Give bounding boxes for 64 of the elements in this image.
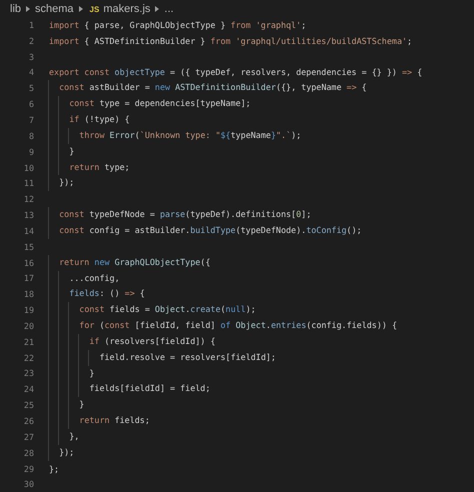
code-line: ...config, xyxy=(49,270,120,286)
line-number: 5 xyxy=(28,83,34,94)
code-line: return type; xyxy=(49,160,130,176)
code-line: } xyxy=(49,397,84,414)
line-number: 24 xyxy=(22,384,34,394)
code-line: }); xyxy=(49,175,74,192)
code-line: } xyxy=(49,366,94,382)
code-line: fields: () => { xyxy=(49,286,145,302)
code-line: export const objectType = ({ typeDef, resolvers, dependencies = {} }) => { xyxy=(49,67,422,78)
line-number: 15 xyxy=(22,242,34,252)
code-line: if (resolvers[fieldId]) { xyxy=(49,334,216,350)
line-number: 29 xyxy=(22,464,34,474)
line-number: 23 xyxy=(22,368,34,378)
chevron-icon xyxy=(155,6,160,12)
line-number: 12 xyxy=(22,194,34,204)
line-number: 8 xyxy=(28,130,34,141)
line-number: 28 xyxy=(22,448,34,458)
code-line: const config = astBuilder.buildType(typeDefNode).toConfig(); xyxy=(49,222,362,239)
code-line: field.resolve = resolvers[fieldId]; xyxy=(49,350,276,366)
line-number: 3 xyxy=(28,52,34,62)
line-number: 1 xyxy=(28,20,34,30)
breadcrumb-item[interactable]: schema xyxy=(35,3,74,15)
code-line: for (const [fieldId, field] of Object.entries(config.fields)) { xyxy=(49,318,397,334)
code-line: }); xyxy=(49,444,74,461)
line-number: 9 xyxy=(28,146,34,157)
line-number: 22 xyxy=(22,352,34,363)
line-number: 25 xyxy=(22,400,34,410)
line-number: 10 xyxy=(22,162,34,173)
breadcrumb-item[interactable]: makers.js xyxy=(103,3,150,15)
line-number: 14 xyxy=(22,226,34,236)
line-number: 27 xyxy=(22,432,34,442)
code-line: } xyxy=(49,144,74,160)
js-file-icon: JS xyxy=(90,4,100,14)
line-number: 18 xyxy=(22,289,34,300)
line-number: 19 xyxy=(22,305,34,316)
code-line: const astBuilder = new ASTDefinitionBuilder({}, typeName => { xyxy=(49,80,367,96)
code-line: import { ASTDefinitionBuilder } from 'graphql/utilities/buildASTSchema'; xyxy=(49,36,412,46)
code-line: fields[fieldId] = field; xyxy=(49,381,210,398)
line-number: 11 xyxy=(22,178,34,188)
code-line: }; xyxy=(49,464,60,474)
line-number: 13 xyxy=(22,210,34,220)
code-line: const type = dependencies[typeName]; xyxy=(49,96,251,112)
breadcrumb-item[interactable]: lib xyxy=(10,3,22,15)
chevron-icon xyxy=(78,6,83,12)
code-line: return new GraphQLObjectType({ xyxy=(49,254,210,270)
line-number: 7 xyxy=(28,114,34,125)
chevron-icon xyxy=(26,6,30,12)
code-line: return fields; xyxy=(49,413,150,429)
line-number: 2 xyxy=(28,36,34,46)
line-number: 30 xyxy=(22,479,34,490)
line-number: 20 xyxy=(22,320,34,331)
line-number: 26 xyxy=(22,416,34,426)
breadcrumb-more[interactable]: ... xyxy=(164,3,174,15)
code-line: throw Error(`Unknown type: "${typeName}".`); xyxy=(49,128,302,144)
code-line: import { parse, GraphQLObjectType } from 'graphql'; xyxy=(49,20,306,30)
code-line: const typeDefNode = parse(typeDef).definitions[0]; xyxy=(49,207,312,223)
line-number: 16 xyxy=(22,258,34,268)
line-number: 21 xyxy=(22,336,34,347)
code-line: }, xyxy=(49,428,80,445)
code-line: if (!type) { xyxy=(49,112,130,128)
line-number: 4 xyxy=(28,67,34,78)
line-number: 17 xyxy=(22,273,34,284)
code-line: const fields = Object.create(null); xyxy=(49,302,256,318)
line-number: 6 xyxy=(28,99,34,110)
